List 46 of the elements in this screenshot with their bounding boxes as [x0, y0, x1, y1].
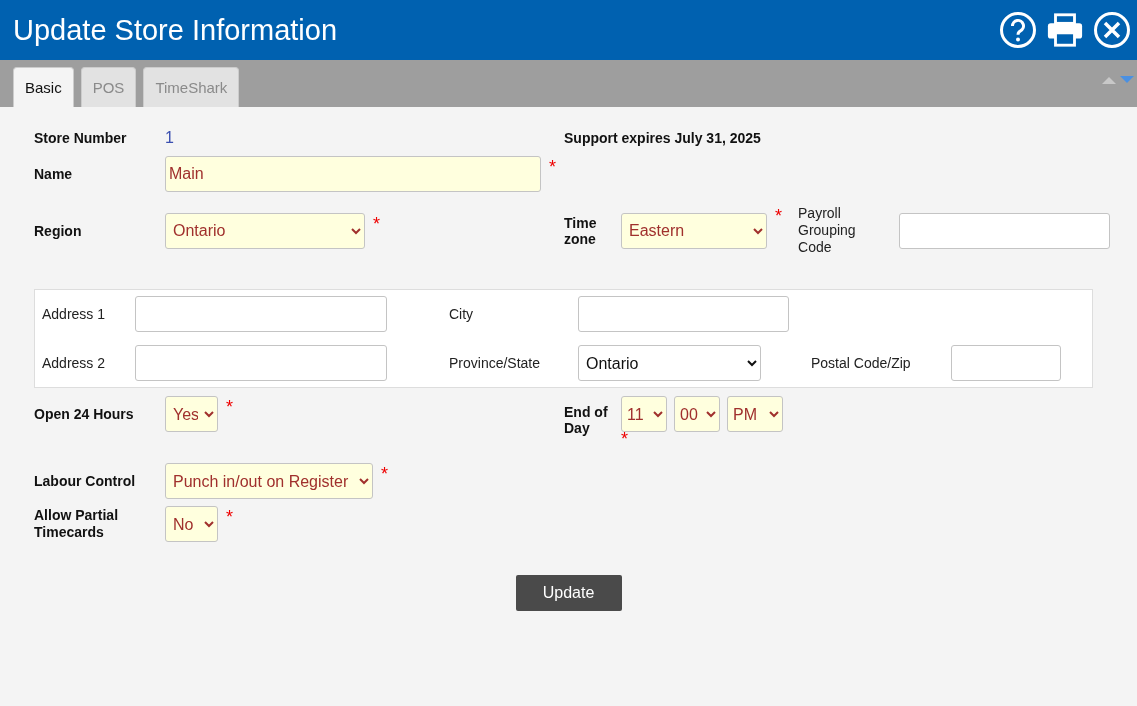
store-number-value: 1 [165, 129, 175, 147]
open-24-hours-select[interactable]: Yes [165, 396, 218, 432]
field-label: Open 24 Hours [34, 406, 135, 422]
print-icon[interactable] [1046, 11, 1084, 49]
window-title: Update Store Information [13, 13, 337, 47]
field-label: End of Day [564, 404, 609, 436]
province-state-select[interactable]: Ontario [578, 345, 761, 381]
field-label: Region [34, 222, 83, 239]
field-label: Postal Code/Zip [811, 355, 912, 371]
payroll-grouping-code-input[interactable] [899, 212, 1110, 249]
address-input[interactable] [135, 296, 387, 332]
minute-select[interactable]: 00 [674, 396, 720, 432]
required-mark: * [621, 432, 628, 446]
required-mark: * [226, 506, 233, 528]
required-mark: * [226, 396, 233, 418]
update-button[interactable]: Update [515, 575, 622, 611]
scroll-down-icon[interactable] [1120, 76, 1134, 84]
time-zone-select[interactable]: Eastern [621, 212, 767, 249]
city-input[interactable] [578, 296, 789, 332]
field-label: Address 1 [42, 306, 107, 322]
required-mark: * [373, 212, 380, 235]
field-label: Labour Control [34, 473, 137, 489]
field-label: Allow Partial Timecards [34, 507, 120, 541]
field-label: City [449, 306, 475, 322]
required-mark: * [381, 463, 388, 485]
field-label: Address 2 [42, 355, 107, 371]
region-select[interactable]: Ontario [165, 212, 365, 249]
field-label: Store Number [34, 130, 128, 146]
tab[interactable]: Basic [13, 67, 74, 107]
scroll-up-icon[interactable] [1102, 76, 1116, 84]
postal-code-input[interactable] [951, 345, 1061, 381]
help-icon[interactable] [999, 11, 1037, 49]
hour-select[interactable]: 11 [621, 396, 667, 432]
name-input[interactable]: Main [165, 156, 541, 192]
labour-control-select[interactable]: Punch in/out on Register [165, 463, 373, 499]
field-label: Time zone [564, 214, 598, 247]
close-icon[interactable] [1093, 11, 1131, 49]
field-label: Payroll Grouping Code [798, 205, 857, 256]
field-label: Name [34, 166, 74, 182]
required-mark: * [549, 156, 556, 178]
support-expiry-text: Support expires July 31, 2025 [564, 130, 761, 146]
allow-partial-timecards-select[interactable]: No [165, 506, 218, 542]
am-pm-select[interactable]: PM [727, 396, 783, 432]
address-input[interactable] [135, 345, 387, 381]
field-label: Province/State [449, 355, 542, 371]
required-mark: * [775, 205, 782, 227]
